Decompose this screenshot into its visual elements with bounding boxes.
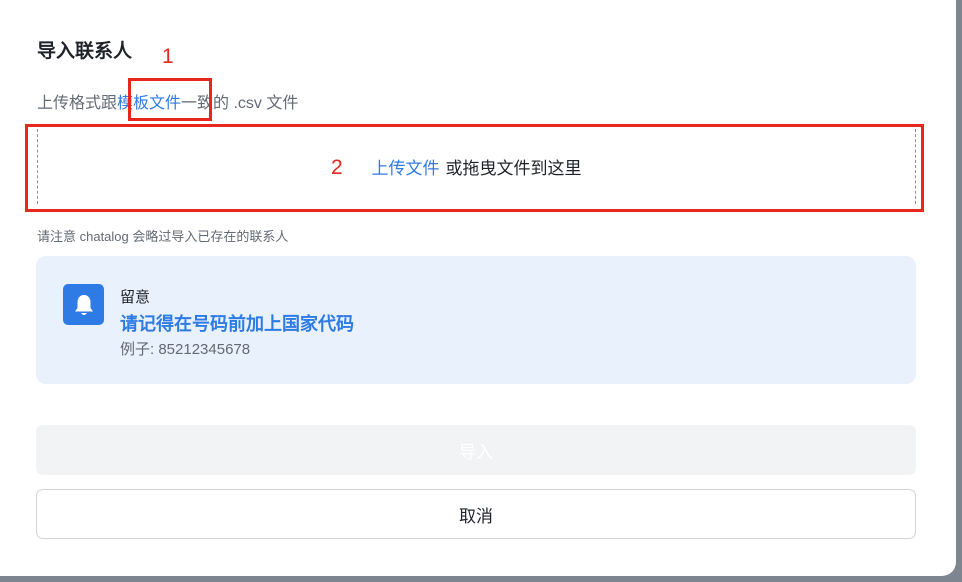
instructions-prefix: 上传格式跟 (37, 95, 118, 112)
upload-file-link[interactable]: 上传文件 (372, 154, 440, 179)
drag-hint: 或拖曳文件到这里 (445, 159, 582, 178)
notice-message: 请记得在号码前加上国家代码 (120, 314, 354, 334)
import-contacts-dialog: 导入联系人 上传格式跟模板文件一致的 .csv 文件 上传文件 或拖曳文件到这里… (0, 0, 956, 576)
import-button[interactable]: 导入 (36, 425, 916, 475)
instructions-suffix: 一致的 .csv 文件 (181, 95, 299, 112)
bell-icon (63, 284, 104, 325)
bell-icon-glyph (74, 294, 93, 315)
upload-instructions: 上传格式跟模板文件一致的 .csv 文件 (37, 89, 298, 113)
annotation-marker-1: 1 (162, 45, 174, 68)
file-dropzone[interactable]: 上传文件 或拖曳文件到这里 (37, 129, 916, 204)
country-code-notice: 留意 请记得在号码前加上国家代码 例子: 85212345678 (36, 256, 916, 384)
annotation-marker-2: 2 (331, 156, 343, 179)
skip-existing-note: 请注意 chatalog 会略过导入已存在的联系人 (37, 229, 289, 244)
notice-label: 留意 (120, 289, 151, 306)
template-file-link[interactable]: 模板文件 (117, 95, 181, 112)
dialog-title: 导入联系人 (37, 41, 133, 62)
cancel-button[interactable]: 取消 (36, 489, 916, 539)
notice-example: 例子: 85212345678 (120, 341, 251, 358)
